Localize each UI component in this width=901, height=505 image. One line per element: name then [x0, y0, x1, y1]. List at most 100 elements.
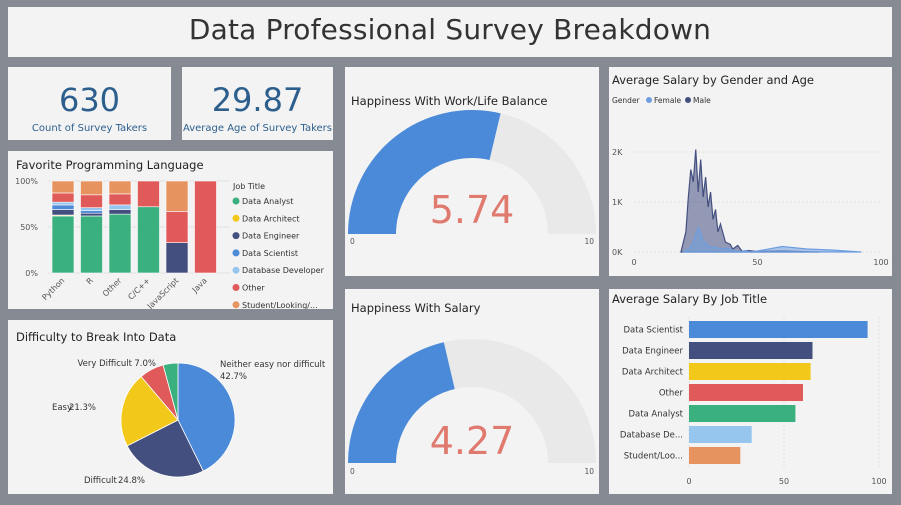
- difficulty-card[interactable]: Difficulty to Break Into Data Neither ea…: [8, 320, 333, 494]
- bar-segment-r-other: [80, 194, 103, 208]
- legend-item-data-analyst: Data Analyst: [242, 197, 293, 206]
- pie-label: Difficult: [84, 476, 118, 486]
- kpi-age-label: Average Age of Survey Takers: [182, 123, 333, 134]
- x-tick-label: 0: [631, 258, 636, 267]
- salary-job-chart: 0 50 100 Data Scientist Data Engineer Data Ar…: [620, 317, 887, 486]
- legend-title: Gender: [612, 96, 641, 105]
- legend-item-data-engineer: Data Engineer: [242, 232, 300, 241]
- bar-segment-javascript-data-engineer: [165, 242, 189, 274]
- pie-label: Easy: [52, 403, 72, 413]
- gauge-min-label: 0: [350, 467, 355, 476]
- legend-marker-data-engineer: [232, 232, 240, 240]
- bar-segment-java-other: [194, 180, 217, 274]
- x-tick-label: 0: [686, 477, 691, 486]
- bar-segment-python-student-looking: [51, 180, 75, 194]
- y-tick-label: Data Architect: [622, 368, 684, 378]
- bar-database-de: [689, 426, 752, 443]
- difficulty-pie-chart: Neither easy nor difficult 42.7% Difficult…: [52, 359, 326, 486]
- x-tick-label: R: [85, 276, 96, 287]
- legend-item-student-looking: Student/Looking/...: [242, 301, 318, 309]
- gauge-min-label: 0: [350, 237, 355, 246]
- bar-data-analyst: [689, 405, 796, 422]
- y-tick-label: 50%: [20, 223, 38, 232]
- bar-segment-c-c-other: [137, 180, 160, 208]
- salary-gender-age-chart: 0K 1K 2K 0 50 100 Gender Female Male: [612, 96, 889, 267]
- bar-segment-javascript-student-looking: [165, 180, 189, 212]
- x-tick-label: C/C++: [126, 276, 152, 302]
- bar-segment-other-data-engineer: [108, 209, 132, 215]
- pie-value-label: 7.0%: [134, 359, 156, 369]
- y-tick-label: Student/Loo...: [624, 452, 683, 462]
- bar-segment-python-other: [51, 192, 75, 203]
- x-tick-label: 100: [871, 477, 886, 486]
- programming-language-chart: 0%50%100%Python R Other C/C++JavaScript Java…: [15, 177, 324, 309]
- y-tick-label: Data Analyst: [628, 410, 683, 420]
- bar-segment-r-data-scientist: [80, 210, 103, 214]
- programming-language-card[interactable]: Favorite Programming Language 0% 50% 100% P…: [8, 151, 333, 309]
- legend-marker-data-architect: [232, 214, 240, 222]
- bar-segment-python-database-developer: [51, 201, 75, 206]
- legend-marker-data-scientist: [232, 249, 240, 257]
- bar-data-scientist: [689, 321, 868, 338]
- bar-segment-python-data-engineer: [51, 209, 75, 216]
- page-title: Data Professional Survey Breakdown: [188, 13, 712, 46]
- pie-value-label: 24.8%: [118, 476, 145, 486]
- pie-value-label: 42.7%: [220, 372, 247, 382]
- bar-segment-r-database-developer: [80, 207, 103, 211]
- pie-label: Very Difficult: [78, 359, 133, 369]
- bar-segment-r-student-looking: [80, 180, 103, 196]
- x-tick-label: 50: [752, 258, 762, 267]
- bar-segment-other-other: [108, 193, 132, 206]
- salary-gauge-card[interactable]: Happiness With Salary 4.27 0 10: [345, 289, 599, 494]
- bar-data-engineer: [689, 342, 813, 359]
- y-tick-label: 100%: [15, 177, 38, 186]
- bar-segment-c-c-data-analyst: [137, 206, 160, 274]
- bar-segment-python-data-analyst: [51, 215, 75, 274]
- gauge-max-label: 10: [584, 237, 594, 246]
- y-tick-label: Other: [659, 389, 684, 399]
- kpi-count-card[interactable]: 630 Count of Survey Takers: [8, 67, 171, 140]
- bar-student-loo: [689, 447, 741, 464]
- pie-label: Neither easy nor difficult: [220, 360, 326, 370]
- salary-gender-age-card[interactable]: Average Salary by Gender and Age 0K 1K 2K 0…: [609, 67, 892, 276]
- legend-marker-female: [646, 97, 652, 103]
- kpi-age-value: 29.87: [211, 81, 304, 119]
- legend-marker-database-developer: [232, 266, 240, 274]
- y-tick-label: Data Engineer: [622, 347, 683, 357]
- legend-item-male: Male: [693, 96, 711, 105]
- kpi-count-value: 630: [58, 81, 121, 119]
- x-tick-label: Java: [190, 276, 209, 295]
- salary-gauge: 4.27 0 10: [348, 339, 596, 476]
- bar-segment-r-data-analyst: [80, 215, 103, 274]
- legend-marker-data-analyst: [232, 197, 240, 205]
- bar-segment-other-data-analyst: [108, 213, 132, 274]
- x-tick-label: 50: [779, 477, 789, 486]
- bar-segment-javascript-other: [165, 211, 189, 243]
- legend-marker-male: [685, 97, 691, 103]
- bar-other: [689, 384, 803, 401]
- y-tick-label: 2K: [612, 148, 623, 157]
- kpi-count-label: Count of Survey Takers: [31, 123, 148, 134]
- title-card: Data Professional Survey Breakdown: [8, 7, 892, 57]
- gauge-value: 5.74: [430, 188, 515, 232]
- legend-item-data-architect: Data Architect: [242, 214, 300, 223]
- bar-data-architect: [689, 363, 811, 380]
- x-tick-label: Other: [101, 276, 124, 299]
- worklife-gauge-card[interactable]: Happiness With Work/Life Balance 5.74 0 10: [345, 67, 599, 276]
- pie-value-label: 21.3%: [69, 403, 96, 413]
- y-tick-label: Database De...: [620, 431, 683, 441]
- bar-segment-other-database-developer: [108, 204, 132, 210]
- y-tick-label: 1K: [612, 198, 623, 207]
- y-tick-label: Data Scientist: [624, 326, 684, 336]
- y-tick-label: 0%: [25, 269, 38, 278]
- legend-item-data-scientist: Data Scientist: [242, 249, 298, 258]
- legend-item-female: Female: [654, 96, 682, 105]
- worklife-gauge: 5.74 0 10: [348, 110, 596, 246]
- salary-job-card[interactable]: Average Salary By Job Title 0 50 100 Data S…: [609, 289, 892, 494]
- kpi-age-card[interactable]: 29.87 Average Age of Survey Takers: [182, 67, 333, 140]
- legend-marker-other: [232, 284, 240, 291]
- legend-item-other: Other: [242, 284, 265, 293]
- x-tick-label: Python: [40, 276, 66, 302]
- legend-marker-student-looking: [232, 301, 240, 309]
- x-tick-label: 100: [873, 258, 888, 267]
